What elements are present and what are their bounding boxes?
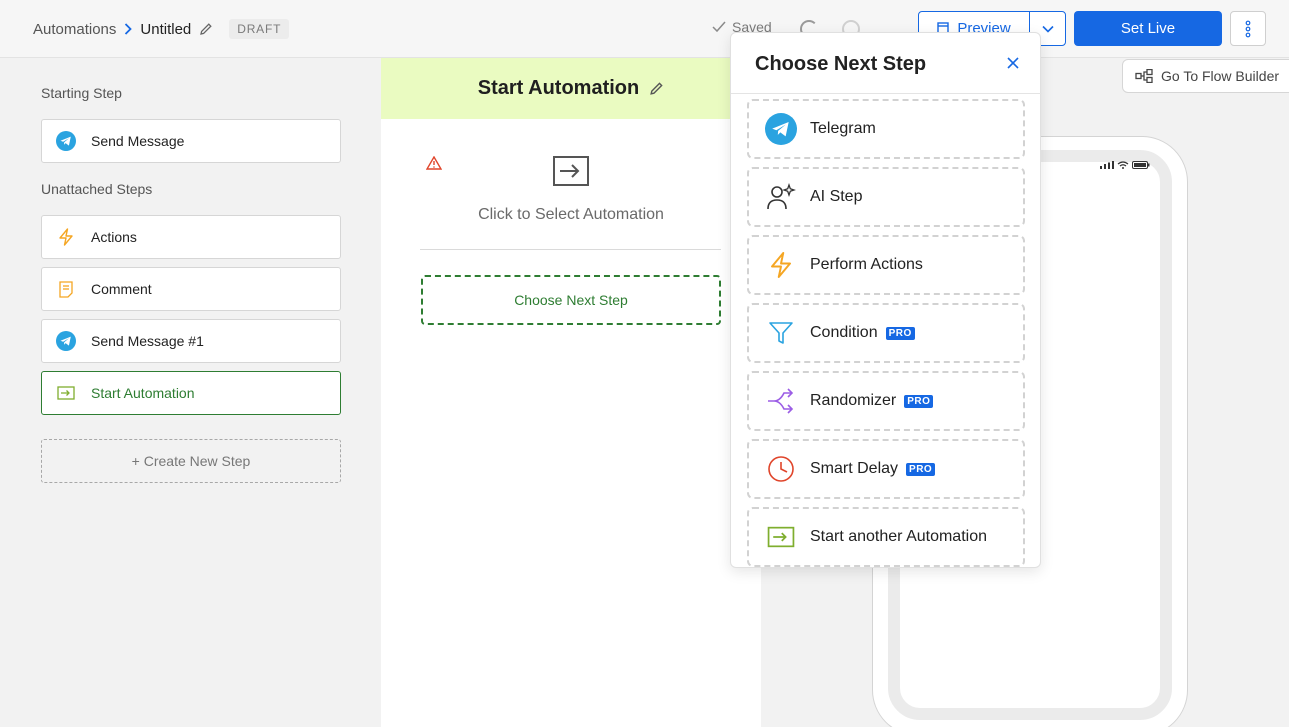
option-randomizer[interactable]: Randomizer PRO bbox=[747, 371, 1025, 431]
option-label: Condition bbox=[810, 324, 878, 341]
option-telegram[interactable]: Telegram bbox=[747, 99, 1025, 159]
step-label: Start Automation bbox=[91, 385, 195, 401]
option-label: Start another Automation bbox=[810, 528, 987, 545]
popover-divider bbox=[731, 93, 1042, 94]
set-live-button[interactable]: Set Live bbox=[1074, 11, 1222, 46]
flow-builder-label: Go To Flow Builder bbox=[1161, 68, 1280, 84]
step-label: Send Message bbox=[91, 133, 185, 149]
telegram-icon bbox=[56, 331, 76, 351]
choose-next-step-button[interactable]: Choose Next Step bbox=[421, 275, 721, 325]
step-start-automation[interactable]: Start Automation bbox=[41, 371, 341, 415]
automation-icon bbox=[764, 520, 798, 554]
option-label: Telegram bbox=[810, 120, 876, 137]
option-label: Perform Actions bbox=[810, 256, 923, 273]
option-perform-actions[interactable]: Perform Actions bbox=[747, 235, 1025, 295]
pro-badge: PRO bbox=[885, 326, 915, 340]
popover-title: Choose Next Step bbox=[755, 53, 927, 75]
signal-icon bbox=[1100, 161, 1114, 169]
option-start-another-automation[interactable]: Start another Automation bbox=[747, 507, 1025, 567]
automation-name[interactable]: Untitled bbox=[140, 21, 191, 38]
step-editor: Start Automation Click to Select Automat… bbox=[381, 58, 761, 727]
more-options-button[interactable] bbox=[1230, 11, 1266, 46]
step-send-message-1[interactable]: Send Message #1 bbox=[41, 319, 341, 363]
chevron-right-icon bbox=[124, 22, 134, 36]
kebab-icon bbox=[1245, 20, 1251, 37]
option-label: Randomizer bbox=[810, 392, 897, 409]
step-label: Comment bbox=[91, 281, 152, 297]
phone-status-icons bbox=[1100, 161, 1150, 169]
step-send-message[interactable]: Send Message bbox=[41, 119, 341, 163]
option-ai-step[interactable]: AI Step bbox=[747, 167, 1025, 227]
telegram-icon bbox=[764, 112, 798, 146]
step-title: Start Automation bbox=[477, 77, 640, 99]
step-editor-header: Start Automation bbox=[381, 58, 761, 119]
option-smart-delay[interactable]: Smart Delay PRO bbox=[747, 439, 1025, 499]
edit-title-pencil-icon[interactable] bbox=[649, 81, 664, 96]
select-automation-prompt[interactable]: Click to Select Automation bbox=[381, 206, 761, 224]
top-bar: Automations Untitled DRAFT Saved Preview… bbox=[0, 0, 1289, 58]
clock-icon bbox=[764, 452, 798, 486]
pro-badge: PRO bbox=[904, 394, 934, 408]
status-badge: DRAFT bbox=[229, 19, 290, 39]
step-actions[interactable]: Actions bbox=[41, 215, 341, 259]
battery-icon bbox=[1132, 161, 1150, 169]
warning-icon bbox=[426, 156, 442, 170]
automation-icon[interactable] bbox=[553, 156, 589, 186]
close-icon[interactable] bbox=[1006, 56, 1020, 70]
pro-badge: PRO bbox=[906, 462, 936, 476]
option-condition[interactable]: Condition PRO bbox=[747, 303, 1025, 363]
filter-icon bbox=[764, 316, 798, 350]
lightning-icon bbox=[56, 227, 76, 247]
wifi-icon bbox=[1117, 161, 1129, 169]
step-comment[interactable]: Comment bbox=[41, 267, 341, 311]
step-label: Actions bbox=[91, 229, 137, 245]
divider bbox=[420, 249, 721, 250]
step-label: Send Message #1 bbox=[91, 333, 204, 349]
create-new-step-button[interactable]: + Create New Step bbox=[41, 439, 341, 483]
starting-step-heading: Starting Step bbox=[41, 85, 122, 101]
randomizer-icon bbox=[764, 384, 798, 418]
steps-sidebar: Starting Step Send Message Unattached St… bbox=[0, 58, 381, 727]
telegram-icon bbox=[56, 131, 76, 151]
ai-person-icon bbox=[764, 180, 798, 214]
option-label: Smart Delay bbox=[810, 460, 899, 477]
breadcrumb-automations-link[interactable]: Automations bbox=[33, 21, 116, 38]
choose-next-step-popover: Choose Next Step Telegram AI Step Perfor… bbox=[730, 32, 1042, 568]
lightning-icon bbox=[764, 248, 798, 282]
check-icon bbox=[712, 21, 726, 33]
option-label: AI Step bbox=[810, 188, 863, 205]
unattached-steps-heading: Unattached Steps bbox=[41, 181, 153, 197]
go-to-flow-builder-button[interactable]: Go To Flow Builder bbox=[1122, 59, 1289, 93]
breadcrumb: Automations Untitled DRAFT bbox=[33, 19, 290, 39]
note-icon bbox=[56, 279, 76, 299]
chevron-down-icon bbox=[1041, 25, 1054, 33]
edit-name-pencil-icon[interactable] bbox=[199, 22, 213, 36]
automation-icon bbox=[56, 383, 76, 403]
flow-icon bbox=[1135, 69, 1153, 83]
